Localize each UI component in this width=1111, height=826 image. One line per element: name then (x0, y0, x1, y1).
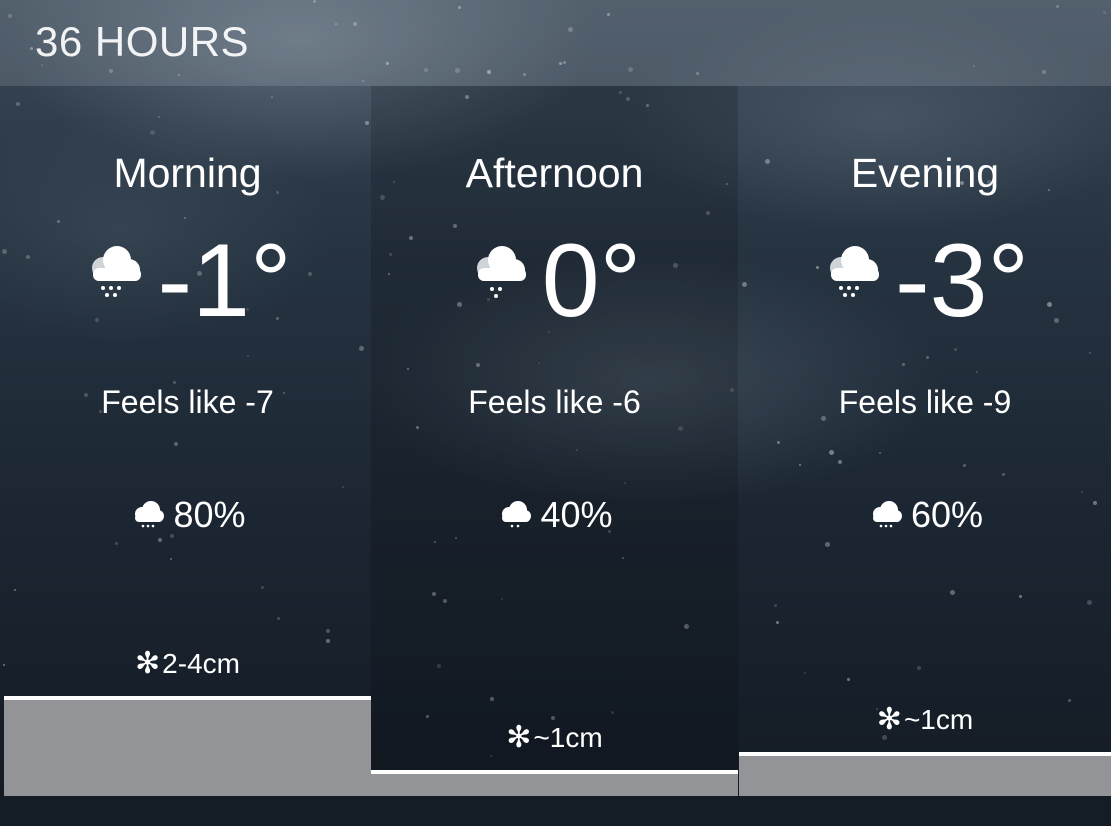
feels-like-text: Feels like -9 (838, 384, 1012, 420)
cloud-snow-icon (92, 246, 142, 297)
temperature-row: 0° (371, 223, 738, 339)
snowflake-icon: ✻ (876, 703, 902, 736)
period-label: Morning (113, 150, 262, 196)
weather-36-hours-panel: 36 HOURS Morning -1° Feels like -7 80% ✻… (0, 0, 1111, 826)
snow-accumulation-value: ~1cm (903, 704, 974, 735)
temperature-row: -3° (739, 223, 1111, 339)
accumulation-bar (371, 770, 738, 796)
period-label: Afternoon (465, 150, 644, 196)
bottom-strip (0, 796, 1111, 826)
snowflake-icon: ✻ (506, 721, 532, 754)
snow-accumulation: ✻ 2-4cm (4, 648, 371, 680)
precipitation-chance: 60% (739, 494, 1111, 536)
precipitation-value: 40% (540, 494, 613, 535)
forecast-column-morning[interactable]: Morning -1° Feels like -7 80% ✻ 2-4cm (4, 86, 371, 796)
temperature-value: -3° (894, 223, 1030, 339)
forecast-columns: Morning -1° Feels like -7 80% ✻ 2-4cm Af… (0, 86, 1111, 796)
temperature-value: -1° (157, 223, 292, 339)
accumulation-bar (4, 696, 371, 796)
period-label: Evening (850, 150, 1000, 196)
accumulation-bar (739, 752, 1111, 796)
feels-like-text: Feels like -7 (101, 384, 274, 420)
snowflake-icon: ✻ (135, 647, 161, 680)
cloud-snow-icon (829, 246, 879, 297)
snow-accumulation: ✻ ~1cm (371, 722, 738, 754)
rain-cloud-icon (872, 501, 902, 528)
cloud-snow-icon (476, 246, 526, 298)
snow-accumulation: ✻ ~1cm (739, 704, 1111, 736)
snow-accumulation-value: 2-4cm (162, 648, 240, 679)
snow-accumulation-value: ~1cm (533, 722, 603, 753)
temperature-value: 0° (541, 223, 642, 339)
section-title: 36 HOURS (35, 18, 250, 65)
precipitation-value: 60% (910, 494, 984, 535)
precipitation-chance: 40% (371, 494, 738, 536)
section-header: 36 HOURS (0, 0, 1111, 86)
forecast-column-evening[interactable]: Evening -3° Feels like -9 60% ✻ ~1cm (739, 86, 1111, 796)
precipitation-chance: 80% (4, 494, 371, 536)
rain-cloud-icon (135, 501, 165, 528)
forecast-column-afternoon[interactable]: Afternoon 0° Feels like -6 40% ✻ ~1cm (371, 86, 738, 796)
rain-cloud-icon (502, 501, 532, 528)
temperature-row: -1° (4, 223, 371, 339)
precipitation-value: 80% (173, 494, 246, 535)
feels-like-text: Feels like -6 (468, 384, 641, 420)
